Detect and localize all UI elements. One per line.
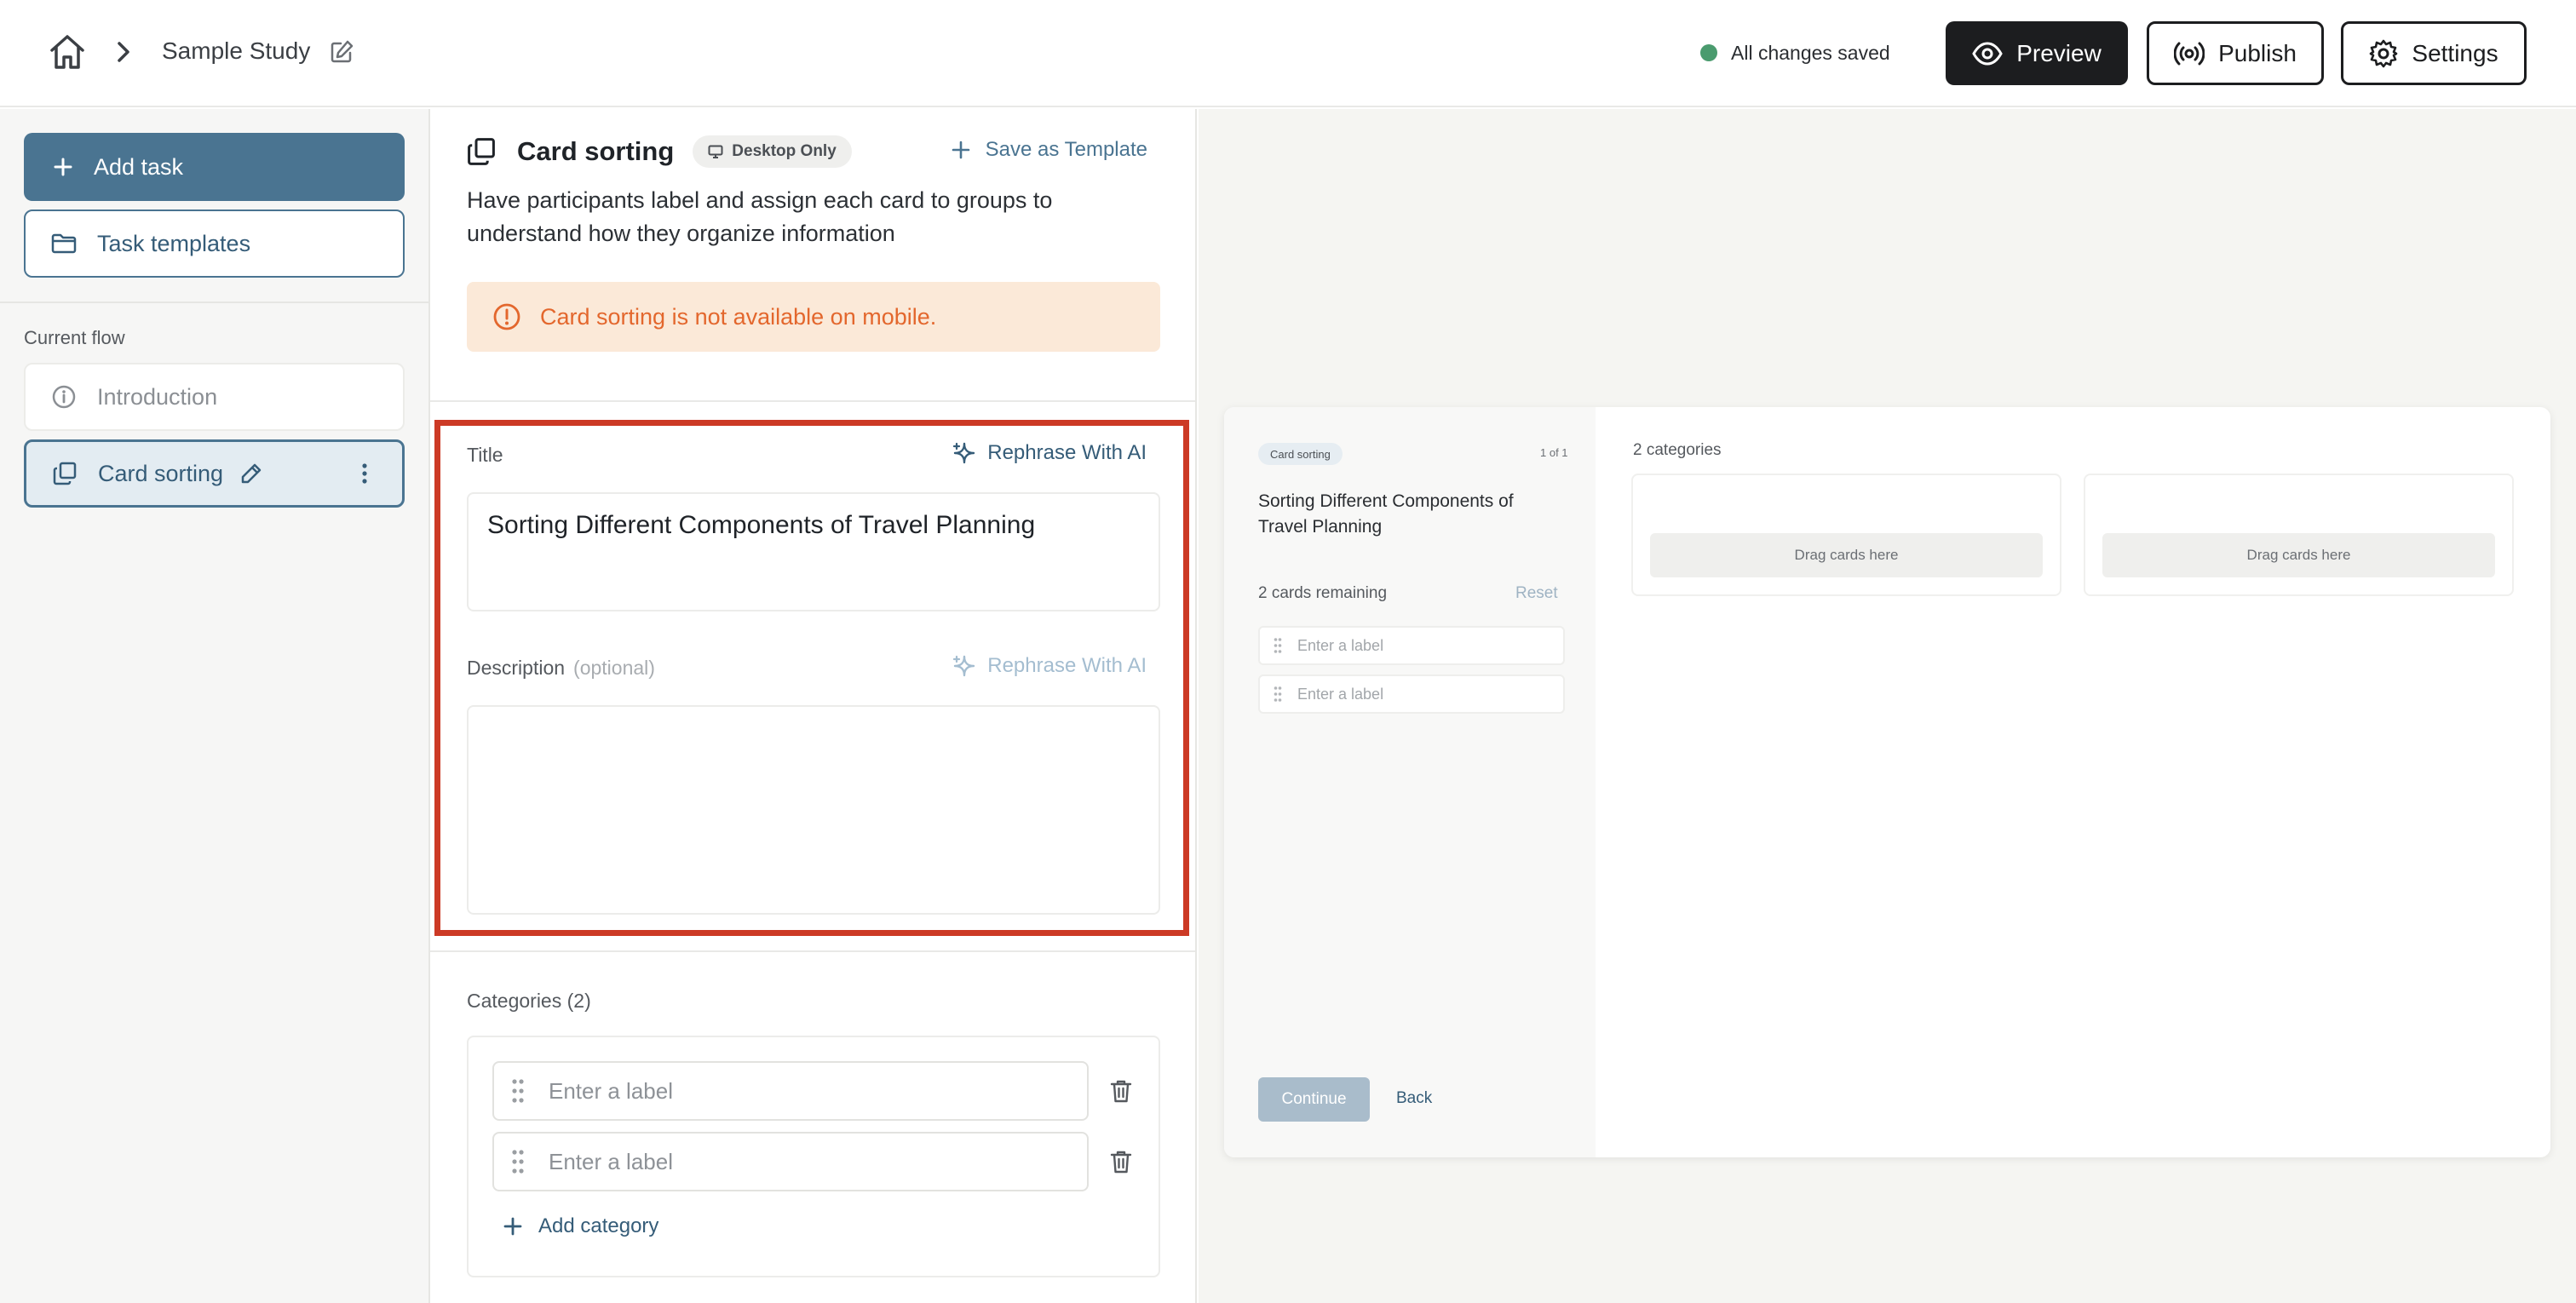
reset-button[interactable]: Reset (1515, 584, 1558, 603)
chevron-right-icon (118, 42, 129, 62)
settings-button[interactable]: Settings (2341, 21, 2527, 85)
description-label: Description (optional) (467, 657, 655, 680)
folder-icon (51, 233, 77, 254)
add-task-label: Add task (94, 153, 184, 180)
drop-zone[interactable]: Drag cards here (1650, 533, 2043, 577)
desktop-only-badge: Desktop Only (693, 135, 852, 168)
description-field[interactable] (467, 705, 1160, 915)
task-header: Card sorting Desktop Only (466, 131, 852, 172)
task-description: Have participants label and assign each … (467, 187, 1053, 246)
description-label-text: Description (467, 657, 566, 679)
categories-list: Enter a label Enter a label Add category (467, 1036, 1160, 1277)
title-field[interactable]: Sorting Different Components of Travel P… (467, 492, 1160, 611)
saved-status-dot (1700, 44, 1717, 61)
add-category-label: Add category (538, 1214, 659, 1237)
warning-text: Card sorting is not available on mobile. (540, 303, 937, 330)
category-input[interactable]: Enter a label (492, 1132, 1089, 1191)
mobile-warning-banner: Card sorting is not available on mobile. (467, 282, 1160, 352)
home-icon[interactable] (48, 32, 87, 72)
current-flow-heading: Current flow (24, 327, 125, 348)
task-templates-button[interactable]: Task templates (24, 210, 405, 278)
save-as-template-label: Save as Template (985, 138, 1147, 161)
rephrase-title-button[interactable]: Rephrase With AI (952, 441, 1147, 465)
sidebar: Add task Task templates Current flow Int… (0, 109, 430, 1303)
task-templates-label: Task templates (97, 230, 251, 256)
task-title: Card sorting (517, 136, 675, 166)
categories-heading: 2 categories (1633, 441, 1722, 459)
category-row: Enter a label (492, 1132, 1140, 1191)
back-button[interactable]: Back (1396, 1089, 1432, 1108)
category-column: Drag cards here (1631, 474, 2061, 596)
card-placeholder: Enter a label (1297, 685, 1384, 703)
flow-item-card-sorting[interactable]: Card sorting (24, 439, 405, 508)
sparkle-icon (953, 655, 975, 677)
divider (430, 950, 1195, 952)
study-name[interactable]: Sample Study (162, 37, 310, 65)
settings-label: Settings (2412, 39, 2498, 66)
category-input[interactable]: Enter a label (492, 1061, 1089, 1121)
preview-page-count: 1 of 1 (1540, 446, 1568, 459)
alert-circle-icon (493, 303, 520, 330)
gear-icon (2370, 39, 2398, 67)
preview-card: Card sorting 1 of 1 Sorting Different Co… (1224, 407, 2550, 1157)
add-task-button[interactable]: Add task (24, 133, 405, 201)
preview-title: Sorting Different Components of Travel P… (1258, 491, 1514, 537)
preview-sidebar: Card sorting 1 of 1 Sorting Different Co… (1224, 407, 1596, 1157)
cards-remaining: 2 cards remaining (1258, 584, 1388, 602)
divider (0, 301, 428, 303)
preview-pane: Card sorting 1 of 1 Sorting Different Co… (1199, 109, 2576, 1303)
rephrase-label: Rephrase With AI (987, 441, 1147, 464)
edit-icon[interactable] (329, 39, 354, 65)
info-icon (52, 385, 76, 409)
eye-icon (1972, 41, 2003, 66)
publish-label: Publish (2218, 39, 2297, 66)
plus-icon (952, 141, 969, 159)
preview-card-input[interactable]: Enter a label (1258, 674, 1565, 714)
save-status: All changes saved (1700, 39, 1890, 66)
category-placeholder: Enter a label (549, 1148, 673, 1174)
drag-handle-icon[interactable] (1274, 637, 1282, 654)
flow-item-label: Introduction (97, 383, 218, 410)
title-label: Title (467, 444, 503, 466)
divider (430, 400, 1195, 402)
monitor-icon (708, 145, 723, 158)
flow-item-label: Card sorting (98, 460, 224, 486)
card-placeholder: Enter a label (1297, 636, 1384, 654)
preview-task-badge: Card sorting (1258, 443, 1343, 465)
category-column: Drag cards here (2084, 474, 2514, 596)
preview-label: Preview (2016, 39, 2102, 66)
copy-cards-icon (468, 138, 495, 165)
more-vertical-icon[interactable] (361, 462, 368, 485)
add-category-button[interactable]: Add category (503, 1214, 658, 1238)
drop-zone[interactable]: Drag cards here (2102, 533, 2495, 577)
plus-icon (503, 1217, 522, 1236)
category-row: Enter a label (492, 1061, 1140, 1121)
top-bar: Sample Study All changes saved Preview P… (0, 0, 2576, 107)
continue-button[interactable]: Continue (1258, 1077, 1370, 1122)
save-status-text: All changes saved (1731, 41, 1890, 64)
drag-handle-icon[interactable] (511, 1078, 525, 1104)
pencil-icon[interactable] (240, 462, 262, 485)
drag-handle-icon[interactable] (1274, 686, 1282, 703)
flow-item-introduction[interactable]: Introduction (24, 363, 405, 431)
preview-button[interactable]: Preview (1946, 21, 2128, 85)
rephrase-label: Rephrase With AI (987, 654, 1147, 677)
categories-label: Categories (2) (467, 990, 591, 1012)
broadcast-icon (2174, 42, 2205, 65)
plus-icon (54, 158, 72, 176)
task-editor: Card sorting Desktop Only Save as Templa… (430, 109, 1197, 1303)
publish-button[interactable]: Publish (2147, 21, 2324, 85)
drag-handle-icon[interactable] (511, 1149, 525, 1174)
preview-card-input[interactable]: Enter a label (1258, 626, 1565, 665)
copy-cards-icon (53, 462, 77, 485)
desktop-only-label: Desktop Only (732, 142, 837, 160)
optional-hint: (optional) (573, 657, 655, 679)
sparkle-icon (953, 442, 975, 464)
rephrase-description-button[interactable]: Rephrase With AI (952, 654, 1147, 678)
trash-icon[interactable] (1109, 1149, 1133, 1174)
trash-icon[interactable] (1109, 1078, 1133, 1104)
save-as-template-button[interactable]: Save as Template (952, 138, 1147, 162)
category-placeholder: Enter a label (549, 1077, 673, 1104)
